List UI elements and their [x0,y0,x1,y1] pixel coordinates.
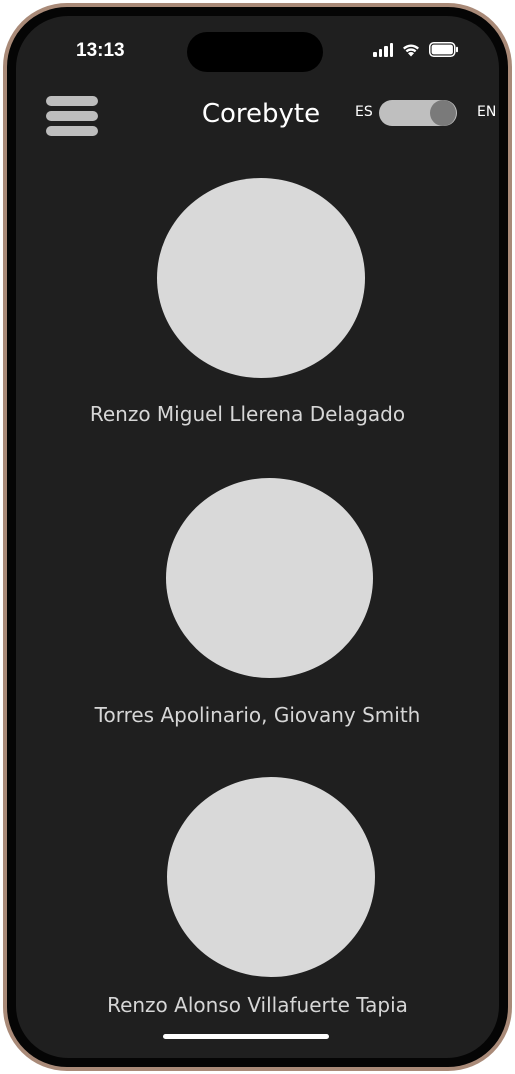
phone-bezel: 13:13 Corebyte ES EN Renzo Miguel Lleren… [7,7,508,1067]
app-header: Corebyte ES EN [16,94,499,150]
status-bar: 13:13 [16,16,499,76]
member-name: Renzo Alonso Villafuerte Tapia [107,993,408,1017]
member-name: Torres Apolinario, Giovany Smith [94,703,421,727]
app-title: Corebyte [201,99,321,129]
member-avatar [167,777,375,977]
language-label-es: ES [355,104,373,120]
battery-icon [429,42,459,57]
wifi-icon [401,42,421,57]
home-indicator[interactable] [163,1034,329,1039]
status-icons [373,42,459,57]
language-label-en: EN [477,104,497,120]
phone-frame: 13:13 Corebyte ES EN Renzo Miguel Lleren… [3,3,512,1071]
signal-icon [373,42,393,57]
member-avatar [166,478,373,678]
dynamic-island [187,32,323,72]
member-name: Renzo Miguel Llerena Delagado [89,402,406,426]
app-screen: 13:13 Corebyte ES EN Renzo Miguel Lleren… [16,16,499,1058]
member-avatar [157,178,365,378]
status-time: 13:13 [76,40,125,61]
language-toggle[interactable] [379,100,457,126]
toggle-knob [430,100,456,126]
hamburger-menu-icon[interactable] [46,96,98,136]
